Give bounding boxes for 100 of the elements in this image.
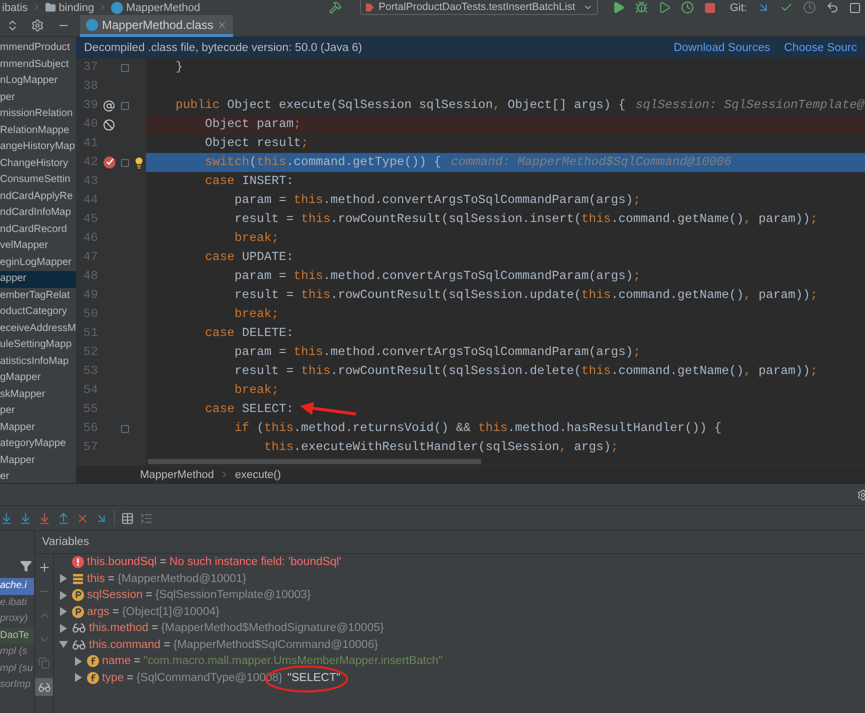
scrollbar[interactable] [148, 458, 481, 464]
table-icon[interactable] [121, 512, 134, 524]
glasses-icon [72, 621, 86, 636]
stack-frame[interactable]: DaoTe [0, 628, 34, 644]
fold-marker[interactable] [121, 158, 129, 166]
project-tree-item[interactable]: velMapper [0, 238, 76, 254]
project-tree-item[interactable]: eceiveAddressM [0, 320, 76, 337]
banner-link[interactable]: Download Sources [674, 42, 770, 54]
step-into-icon[interactable] [19, 512, 32, 524]
project-tree-item[interactable]: skMapper [0, 386, 76, 403]
breadcrumb-item[interactable]: binding [58, 2, 94, 14]
run-icon[interactable] [612, 1, 625, 14]
test-config-icon [364, 2, 375, 12]
expand-arrow-icon[interactable] [59, 607, 68, 616]
code-line: } [174, 59, 183, 76]
stack-frame[interactable]: proxy) [0, 611, 34, 628]
project-tree-item[interactable]: Mapper [0, 420, 76, 436]
drop-frame-icon[interactable] [76, 512, 89, 524]
hammer-icon[interactable] [328, 1, 342, 14]
project-tree-item[interactable]: mmendProduct [0, 40, 76, 56]
window-icon[interactable] [849, 2, 861, 14]
editor-tab[interactable]: MapperMethod.class [80, 15, 234, 37]
project-tree-item[interactable]: ndCardApplyRe [0, 188, 76, 205]
equals-sign: = [108, 572, 115, 585]
stack-frame[interactable]: mpl (s [0, 644, 34, 660]
clock-icon[interactable] [680, 1, 694, 14]
stack-frame[interactable]: e.ibati [0, 594, 34, 611]
project-tree-item[interactable]: ategoryMappe [0, 436, 76, 452]
stop-icon[interactable] [704, 2, 716, 14]
project-tree-item[interactable]: emberTagRelat [0, 288, 76, 304]
expand-arrow-icon[interactable] [74, 656, 83, 666]
project-tree-item[interactable]: per [0, 90, 76, 106]
project-tree-item[interactable]: per [0, 403, 76, 420]
project-tree-item[interactable]: gMapper [0, 370, 76, 386]
project-tree-item[interactable]: Mapper [0, 452, 76, 469]
fold-marker[interactable] [121, 424, 129, 432]
variable-name: this.command [89, 638, 161, 651]
project-tree-item[interactable]: uleSettingMapp [0, 337, 76, 354]
breakpoint-icon[interactable] [102, 156, 116, 169]
project-tree-item[interactable]: RelationMappe [0, 122, 76, 139]
collapse-arrow-icon[interactable] [59, 640, 68, 650]
step-out-icon[interactable] [57, 512, 70, 524]
lightbulb-icon[interactable] [133, 156, 145, 168]
add-icon[interactable] [38, 560, 50, 574]
expand-arrow-icon[interactable] [59, 574, 68, 584]
fold-marker[interactable] [121, 64, 129, 72]
expand-arrow-icon[interactable] [74, 673, 83, 682]
force-step-into-icon[interactable] [38, 512, 51, 524]
stack-frame[interactable]: sorImp [0, 677, 34, 694]
variable-value: "com.macro.mall.mapper.UmsMemberMapper.insertBatch" [144, 655, 442, 668]
code-line: Object param; [204, 116, 301, 133]
project-tree-item[interactable]: nLogMapper [0, 73, 76, 90]
project-tree-item[interactable]: ndCardInfoMap [0, 205, 76, 222]
banner-link[interactable]: Choose Sourc [784, 42, 857, 54]
project-tree-item[interactable]: missionRelation [0, 106, 76, 122]
breadcrumb-item[interactable]: execute() [235, 468, 281, 480]
project-tree-item[interactable]: oductCategory [0, 304, 76, 320]
close-icon[interactable] [217, 20, 228, 30]
variables-title: Variables [42, 536, 90, 548]
vcs-label: Git: [730, 2, 747, 14]
coverage-icon[interactable] [658, 1, 671, 14]
breadcrumb-item[interactable]: ibatis [2, 2, 28, 14]
run-configuration-dropdown[interactable]: PortalProductDaoTests.testInsertBatchList [360, 0, 598, 15]
show-watches-toggle[interactable] [35, 678, 53, 696]
muted-breakpoint-icon[interactable] [103, 118, 115, 130]
at-sign-icon[interactable] [103, 100, 115, 112]
project-tree-item[interactable]: ConsumeSettin [0, 172, 76, 188]
stack-frame[interactable]: mpl (su [0, 660, 34, 677]
list-icon[interactable] [140, 512, 153, 524]
breadcrumb-item[interactable]: MapperMethod [140, 468, 214, 480]
settings-icon[interactable] [31, 19, 44, 32]
expand-arrow-icon[interactable] [59, 624, 68, 633]
update-icon[interactable] [757, 1, 770, 14]
expand-arrow-icon[interactable] [59, 590, 68, 600]
project-tree-item[interactable]: ChangeHistory [0, 156, 76, 172]
revert-icon[interactable] [826, 1, 839, 14]
variable-value: {SqlSessionTemplate@10003} [155, 589, 311, 602]
project-tree-item[interactable]: er [0, 469, 76, 486]
equals-sign: = [164, 638, 170, 651]
breadcrumb-item[interactable]: MapperMethod [126, 2, 200, 14]
variable-value: No such instance field: 'boundSql' [169, 556, 342, 568]
fold-marker[interactable] [121, 102, 129, 110]
project-tree-item[interactable]: atisticsInfoMap [0, 354, 76, 370]
code-line: param = this.method.convertArgsToSqlCommandParam(args); [234, 344, 640, 361]
project-tree-item[interactable]: eginLogMapper [0, 254, 76, 271]
filter-icon[interactable] [20, 560, 32, 572]
variable-name: sqlSession [87, 589, 143, 602]
project-tree-item[interactable]: angeHistoryMap [0, 139, 76, 156]
project-tree-item[interactable]: apper [0, 271, 76, 288]
history-icon[interactable] [803, 1, 816, 14]
step-over-icon[interactable] [0, 512, 13, 524]
equals-sign: = [134, 655, 140, 668]
variable-value: {Object[1]@10004} [122, 606, 220, 618]
stack-frame[interactable]: ache.i [0, 578, 34, 594]
code-line: break; [234, 382, 279, 399]
banner-message: Decompiled .class file, bytecode version: 50.0 (Java 6) [84, 42, 362, 54]
project-tree-item[interactable]: ndCardRecord [0, 222, 76, 238]
variable-display-value: "SELECT" [287, 672, 340, 684]
project-tree-item[interactable]: mmendSubject [0, 56, 76, 73]
debug-icon[interactable] [634, 1, 648, 14]
